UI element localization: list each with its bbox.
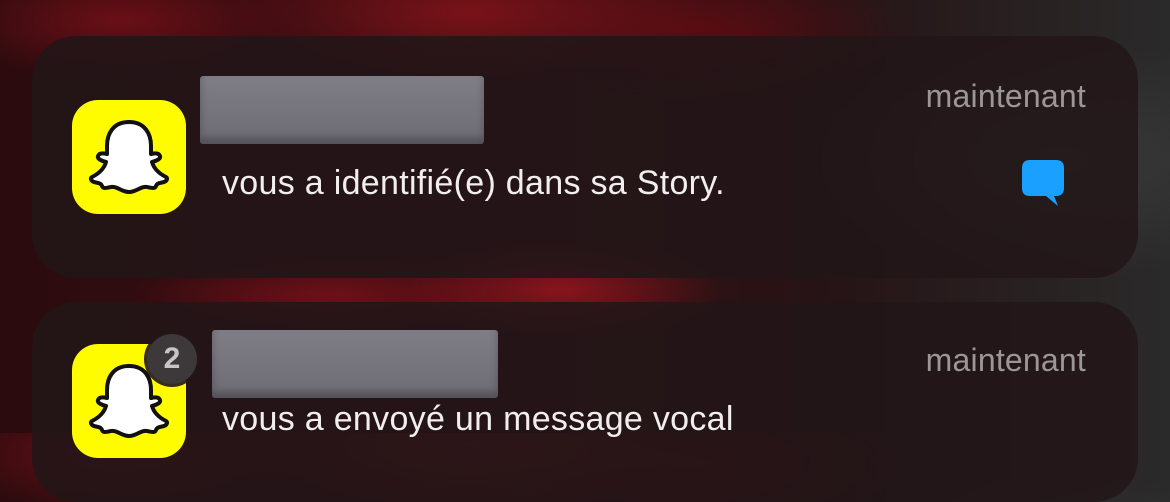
sender-name-redacted [212, 330, 498, 398]
notification-card-story-tag[interactable]: maintenant vous a identifié(e) dans sa S… [32, 36, 1138, 278]
sender-name-redacted [200, 76, 484, 144]
notification-timestamp: maintenant [925, 78, 1086, 114]
notification-count-badge: 2 [147, 334, 197, 384]
notification-timestamp: maintenant [925, 342, 1086, 378]
notification-message: vous a identifié(e) dans sa Story. [222, 164, 725, 202]
snapchat-ghost-icon [87, 116, 171, 198]
chat-bubble-icon [1020, 158, 1066, 208]
notification-message: vous a envoyé un message vocal [222, 400, 734, 438]
snapchat-app-icon [72, 100, 186, 214]
notification-card-voice-message[interactable]: maintenant vous a envoyé un message voca… [32, 302, 1138, 502]
